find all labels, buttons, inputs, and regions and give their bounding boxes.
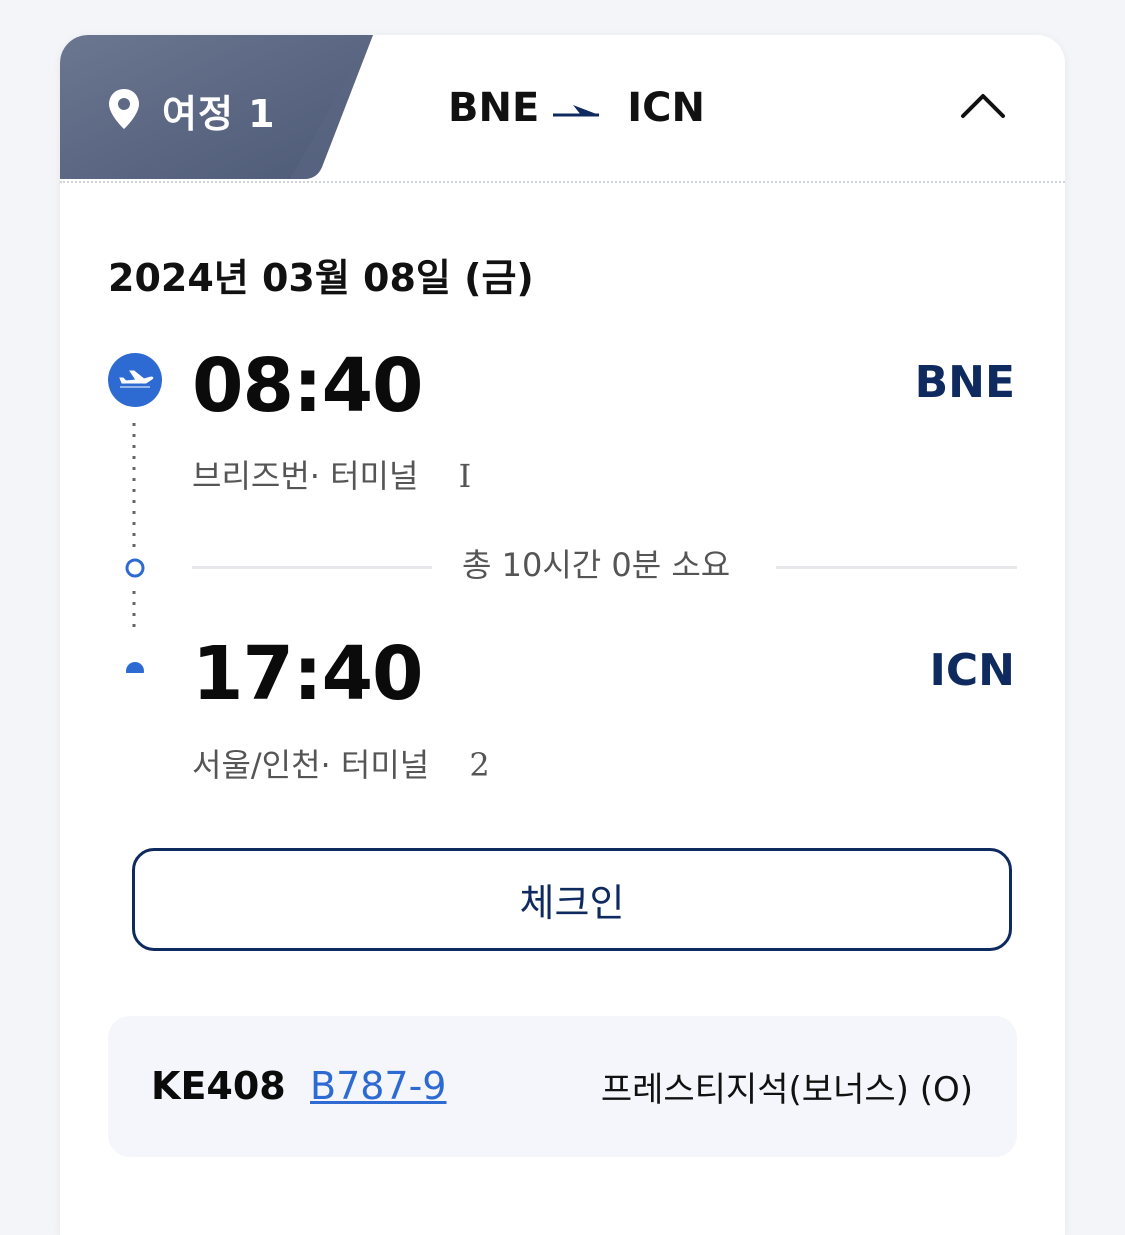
- departure-plane-icon: [108, 353, 162, 407]
- flight-info-box: KE408 B787-9 프레스티지석(보너스) (O): [108, 1016, 1017, 1157]
- chevron-up-icon[interactable]: [960, 90, 1006, 124]
- departure-location: 브리즈번· 터미널 I: [192, 457, 472, 495]
- duration-divider-left: [192, 566, 432, 569]
- departure-code: BNE: [914, 357, 1015, 408]
- arrival-terminal: 2: [469, 746, 490, 784]
- duration-divider-right: [776, 566, 1017, 569]
- departure-terminal: I: [458, 457, 472, 495]
- flight-arrow-icon: [553, 85, 601, 131]
- flight-duration: 총 10시간 0분 소요: [462, 546, 731, 584]
- flight-date: 2024년 03월 08일 (금): [108, 256, 534, 300]
- route-summary: BNE ICN: [448, 85, 705, 131]
- arrival-code: ICN: [929, 645, 1016, 696]
- seat-class: 프레스티지석(보너스) (O): [600, 1070, 973, 1110]
- aircraft-type-link[interactable]: B787-9: [310, 1064, 447, 1108]
- departure-time: 08:40: [192, 343, 424, 429]
- flight-timeline: [108, 353, 162, 673]
- checkin-button[interactable]: 체크인: [132, 848, 1012, 951]
- itinerary-tab[interactable]: 여정 1: [106, 83, 276, 138]
- itinerary-header[interactable]: 여정 1 BNE ICN: [60, 35, 1065, 183]
- route-origin: BNE: [448, 85, 540, 131]
- location-pin-icon: [106, 87, 142, 135]
- arrival-time: 17:40: [192, 631, 424, 717]
- itinerary-tab-label: 여정 1: [162, 92, 276, 136]
- arrival-location: 서울/인천· 터미널 2: [192, 746, 490, 784]
- flight-number: KE408: [151, 1064, 286, 1108]
- route-destination: ICN: [627, 85, 706, 131]
- itinerary-card: 여정 1 BNE ICN 2024년 03월 08일 (금) 08:40 BNE…: [60, 35, 1065, 1235]
